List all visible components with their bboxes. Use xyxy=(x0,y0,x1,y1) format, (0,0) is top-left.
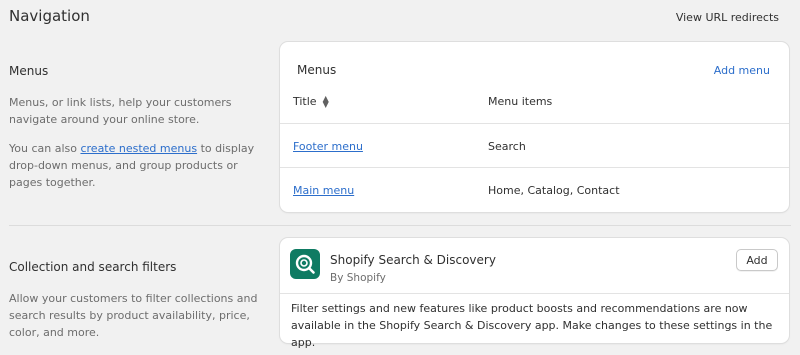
nested-menus-note: You can also create nested menus to disp… xyxy=(9,140,259,191)
main-menu-items: Home, Catalog, Contact xyxy=(488,184,620,197)
app-description: Filter settings and new features like pr… xyxy=(291,302,773,349)
footer-menu-link[interactable]: Footer menu xyxy=(293,140,363,153)
filters-section-description: Allow your customers to filter collectio… xyxy=(9,292,258,339)
page-title: Navigation xyxy=(9,7,90,25)
sort-icon: ▲ ▼ xyxy=(322,94,329,109)
add-menu-button[interactable]: Add menu xyxy=(714,64,770,77)
search-discovery-icon xyxy=(290,249,320,279)
create-nested-menus-link[interactable]: create nested menus xyxy=(80,142,197,155)
app-card-divider xyxy=(280,293,789,294)
add-app-button[interactable]: Add xyxy=(736,249,778,271)
menu-items-column-header: Menu items xyxy=(488,95,553,108)
title-column-label: Title xyxy=(293,95,317,108)
menus-section-heading: Menus xyxy=(9,64,49,78)
app-name: Shopify Search & Discovery xyxy=(330,253,496,267)
row-divider xyxy=(280,167,789,168)
app-developer: By Shopify xyxy=(330,272,386,284)
menus-section-description: Menus, or link lists, help your customer… xyxy=(9,96,232,126)
menus-card-title: Menus xyxy=(297,63,337,77)
search-discovery-app-card: Shopify Search & Discovery By Shopify Ad… xyxy=(280,238,789,349)
view-url-redirects-button[interactable]: View URL redirects xyxy=(676,11,779,24)
section-divider xyxy=(9,225,791,226)
main-menu-link[interactable]: Main menu xyxy=(293,184,354,197)
row-divider xyxy=(280,123,789,124)
nested-menus-prefix: You can also xyxy=(9,142,81,155)
footer-menu-items: Search xyxy=(488,140,526,153)
filters-section-heading: Collection and search filters xyxy=(9,260,177,274)
menus-card: Menus Add menu Title ▲ ▼ Menu items Footer… xyxy=(280,42,789,212)
title-column-header[interactable]: Title ▲ ▼ xyxy=(293,94,329,109)
